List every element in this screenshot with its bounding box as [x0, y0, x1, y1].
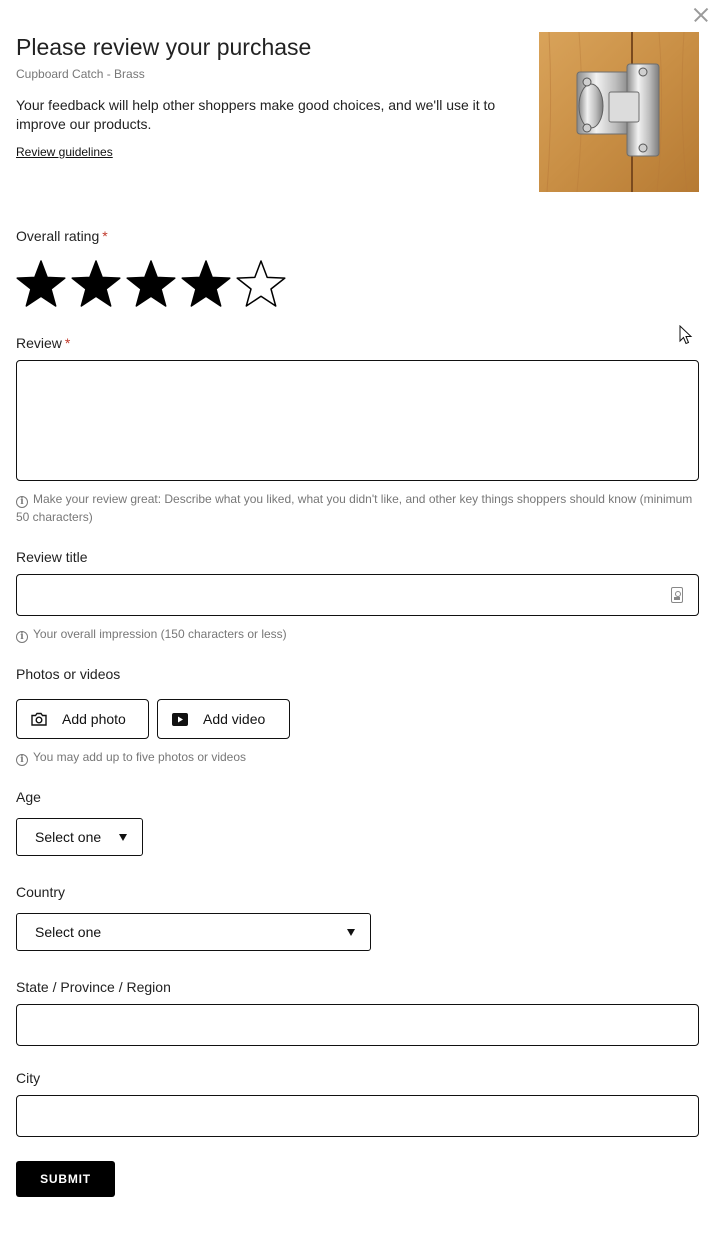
- add-video-button[interactable]: Add video: [157, 699, 290, 739]
- product-image: [539, 32, 699, 192]
- info-icon: i: [16, 754, 28, 766]
- star-5-icon[interactable]: [236, 259, 291, 309]
- photos-videos-label: Photos or videos: [16, 666, 121, 682]
- review-title-label: Review title: [16, 549, 88, 565]
- state-label: State / Province / Region: [16, 979, 171, 995]
- review-title-hint: i Your overall impression (150 characters…: [16, 625, 287, 643]
- star-4-icon[interactable]: [181, 259, 236, 309]
- add-photo-button[interactable]: Add photo: [16, 699, 149, 739]
- media-hint: i You may add up to five photos or videos: [16, 748, 246, 766]
- age-label: Age: [16, 789, 41, 805]
- required-mark: *: [102, 228, 108, 244]
- city-label: City: [16, 1070, 41, 1086]
- star-rating[interactable]: [16, 259, 291, 309]
- country-select[interactable]: Select one: [16, 913, 371, 951]
- intro-text: Your feedback will help other shoppers m…: [16, 97, 496, 132]
- caret-down-icon: [119, 834, 127, 841]
- video-play-icon: [172, 712, 188, 726]
- review-label: Review *: [16, 335, 71, 351]
- country-label: Country: [16, 884, 66, 900]
- page-title: Please review your purchase: [16, 34, 312, 60]
- age-select[interactable]: Select one: [16, 818, 143, 856]
- product-name: Cupboard Catch - Brass: [16, 67, 145, 81]
- mouse-pointer-icon: [679, 325, 693, 345]
- star-1-icon[interactable]: [16, 259, 71, 309]
- submit-button[interactable]: SUBMIT: [16, 1161, 115, 1197]
- review-title-input[interactable]: [16, 574, 699, 616]
- required-mark: *: [64, 335, 71, 351]
- star-2-icon[interactable]: [71, 259, 126, 309]
- state-input[interactable]: [16, 1004, 699, 1046]
- camera-icon: [31, 712, 47, 726]
- info-icon: i: [16, 496, 28, 508]
- review-hint: i Make your review great: Describe what y…: [16, 492, 693, 524]
- autofill-icon: [671, 587, 683, 603]
- city-input[interactable]: [16, 1095, 699, 1137]
- caret-down-icon: [347, 929, 355, 936]
- star-3-icon[interactable]: [126, 259, 181, 309]
- overall-rating-label: Overall rating *: [16, 228, 108, 244]
- close-icon[interactable]: [691, 5, 711, 25]
- review-guidelines-link[interactable]: Review guidelines: [16, 145, 113, 159]
- review-textarea[interactable]: [16, 360, 699, 481]
- info-icon: i: [16, 631, 28, 643]
